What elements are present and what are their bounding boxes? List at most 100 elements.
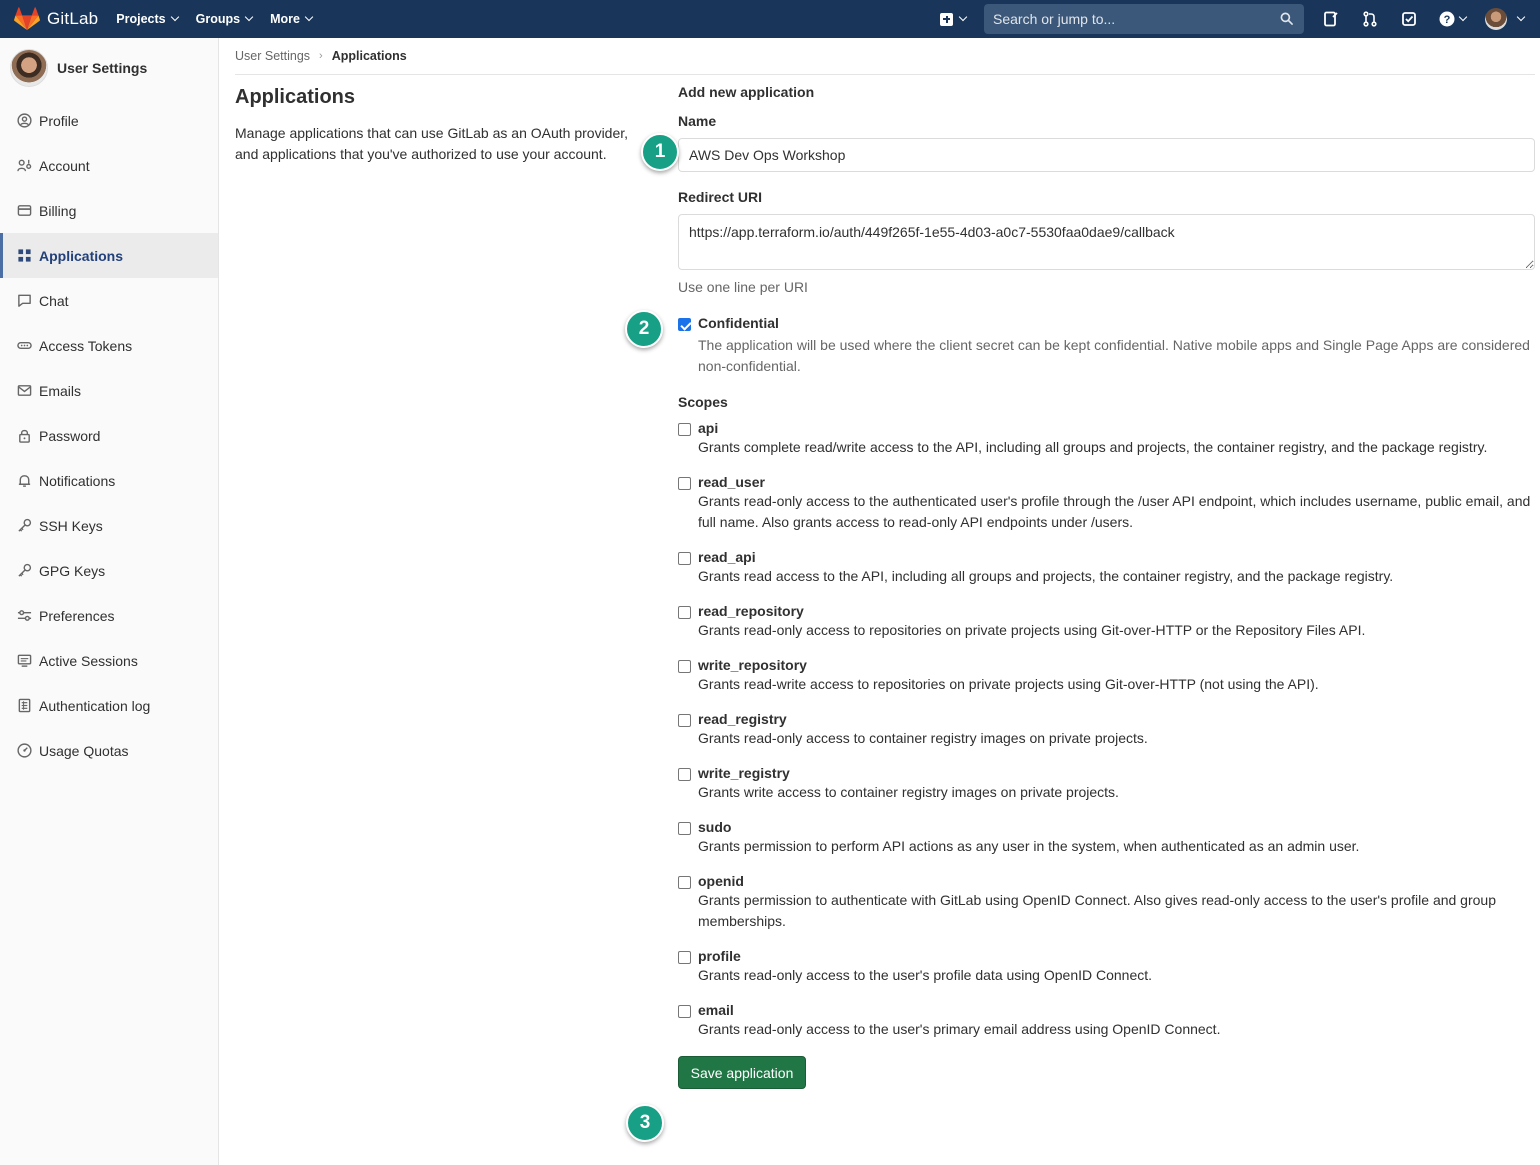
scope-read-repository: read_repository Grants read-only access t… <box>678 603 1535 641</box>
sidebar-item-access-tokens[interactable]: Access Tokens <box>0 323 218 368</box>
scopes-label: Scopes <box>678 394 728 410</box>
chevron-down-icon <box>958 12 968 22</box>
scope-description: Grants read-only access to the user's pr… <box>698 1021 1221 1037</box>
bell-icon <box>16 473 32 489</box>
merge-requests-button[interactable] <box>1357 0 1383 38</box>
step-marker-3: 3 <box>626 1104 664 1142</box>
settings-sidebar: User Settings Profile Account Billing Ap… <box>0 38 219 1165</box>
scope-name[interactable]: api <box>698 420 1487 436</box>
sidebar-item-chat[interactable]: Chat <box>0 278 218 323</box>
projects-menu[interactable]: Projects <box>116 12 179 26</box>
preferences-icon <box>16 608 32 624</box>
confidential-label[interactable]: Confidential <box>698 315 1535 331</box>
brand-name: GitLab <box>47 9 99 28</box>
sidebar-header[interactable]: User Settings <box>0 38 218 98</box>
gitlab-logo[interactable]: GitLab <box>14 0 98 38</box>
scope-openid-checkbox[interactable] <box>678 876 691 889</box>
sidebar-item-account[interactable]: Account <box>0 143 218 188</box>
sidebar-item-notifications[interactable]: Notifications <box>0 458 218 503</box>
search-icon <box>1280 12 1293 25</box>
help-icon: ? <box>1439 11 1454 27</box>
more-menu[interactable]: More <box>270 12 314 26</box>
scope-write-repository: write_repository Grants read-write access… <box>678 657 1535 695</box>
search-input[interactable] <box>993 11 1273 27</box>
main-content: User Settings › Applications Application… <box>235 38 1535 1089</box>
sidebar-item-applications[interactable]: Applications <box>0 233 218 278</box>
groups-menu[interactable]: Groups <box>196 12 254 26</box>
application-name-input[interactable] <box>678 138 1535 172</box>
scope-name[interactable]: read_api <box>698 549 1393 565</box>
scope-profile-checkbox[interactable] <box>678 951 691 964</box>
scope-api-checkbox[interactable] <box>678 423 691 436</box>
scope-name[interactable]: email <box>698 1002 1220 1018</box>
sidebar-item-label: Profile <box>39 112 79 129</box>
confidential-option: Confidential The application will be use… <box>678 315 1535 377</box>
scope-name[interactable]: read_user <box>698 474 1535 490</box>
search-box[interactable] <box>984 4 1304 34</box>
help-button[interactable]: ? <box>1435 0 1469 38</box>
chevron-down-icon <box>244 12 254 22</box>
sidebar-item-label: Usage Quotas <box>39 742 129 759</box>
sidebar-item-password[interactable]: Password <box>0 413 218 458</box>
sidebar-item-emails[interactable]: Emails <box>0 368 218 413</box>
scope-read-repository-checkbox[interactable] <box>678 606 691 619</box>
scope-email-checkbox[interactable] <box>678 1005 691 1018</box>
scope-profile: profile Grants read-only access to the us… <box>678 948 1535 986</box>
scope-sudo: sudo Grants permission to perform API act… <box>678 819 1535 857</box>
sidebar-item-ssh-keys[interactable]: SSH Keys <box>0 503 218 548</box>
chevron-down-icon <box>1458 12 1467 22</box>
sidebar-item-label: GPG Keys <box>39 562 106 579</box>
plus-square-icon <box>940 12 953 26</box>
scope-read-user-checkbox[interactable] <box>678 477 691 490</box>
scope-read-api-checkbox[interactable] <box>678 552 691 565</box>
sidebar-item-preferences[interactable]: Preferences <box>0 593 218 638</box>
sidebar-item-authentication-log[interactable]: Authentication log <box>0 683 218 728</box>
breadcrumb-current[interactable]: Applications <box>332 49 407 63</box>
form-section-title: Add new application <box>678 84 815 100</box>
scope-description: Grants read-only access to repositories … <box>698 622 1366 638</box>
gitlab-logo-icon <box>14 7 40 30</box>
sidebar-item-label: Account <box>39 157 90 174</box>
confidential-checkbox[interactable] <box>678 318 691 331</box>
scope-name[interactable]: profile <box>698 948 1152 964</box>
sidebar-item-profile[interactable]: Profile <box>0 98 218 143</box>
breadcrumb-parent[interactable]: User Settings <box>235 49 310 63</box>
chat-icon <box>16 293 32 309</box>
name-label: Name <box>678 113 717 129</box>
sidebar-item-gpg-keys[interactable]: GPG Keys <box>0 548 218 593</box>
intro-column: Applications Manage applications that ca… <box>235 86 655 165</box>
sidebar-item-label: Active Sessions <box>39 652 138 669</box>
step-marker-2: 2 <box>625 310 663 348</box>
redirect-uri-textarea[interactable]: https://app.terraform.io/auth/449f265f-1… <box>678 214 1535 270</box>
scope-read-registry-checkbox[interactable] <box>678 714 691 727</box>
token-icon <box>16 338 32 354</box>
issues-icon <box>1324 11 1338 27</box>
account-icon <box>16 158 32 174</box>
scope-name[interactable]: read_registry <box>698 711 1148 727</box>
scope-name[interactable]: write_registry <box>698 765 1119 781</box>
scope-name[interactable]: sudo <box>698 819 1359 835</box>
new-item-button[interactable] <box>940 12 968 26</box>
todos-button[interactable] <box>1396 0 1422 38</box>
scope-read-registry: read_registry Grants read-only access to … <box>678 711 1535 749</box>
scope-sudo-checkbox[interactable] <box>678 822 691 835</box>
scope-name[interactable]: openid <box>698 873 1535 889</box>
scope-write-registry-checkbox[interactable] <box>678 768 691 781</box>
scope-description: Grants read-only access to container reg… <box>698 730 1148 746</box>
scope-write-registry: write_registry Grants write access to con… <box>678 765 1535 803</box>
svg-text:?: ? <box>1443 14 1450 26</box>
scope-description: Grants complete read/write access to the… <box>698 439 1488 455</box>
scope-description: Grants write access to container registr… <box>698 784 1119 800</box>
sidebar-item-billing[interactable]: Billing <box>0 188 218 233</box>
sidebar-item-label: Authentication log <box>39 697 151 714</box>
user-menu-button[interactable] <box>1482 0 1526 38</box>
scope-name[interactable]: write_repository <box>698 657 1319 673</box>
scope-write-repository-checkbox[interactable] <box>678 660 691 673</box>
sidebar-item-usage-quotas[interactable]: Usage Quotas <box>0 728 218 773</box>
sidebar-item-active-sessions[interactable]: Active Sessions <box>0 638 218 683</box>
sidebar-item-label: Applications <box>39 247 124 264</box>
issues-button[interactable] <box>1318 0 1344 38</box>
sidebar-item-label: Access Tokens <box>39 337 133 354</box>
save-application-button[interactable]: Save application <box>678 1056 806 1089</box>
scope-name[interactable]: read_repository <box>698 603 1365 619</box>
